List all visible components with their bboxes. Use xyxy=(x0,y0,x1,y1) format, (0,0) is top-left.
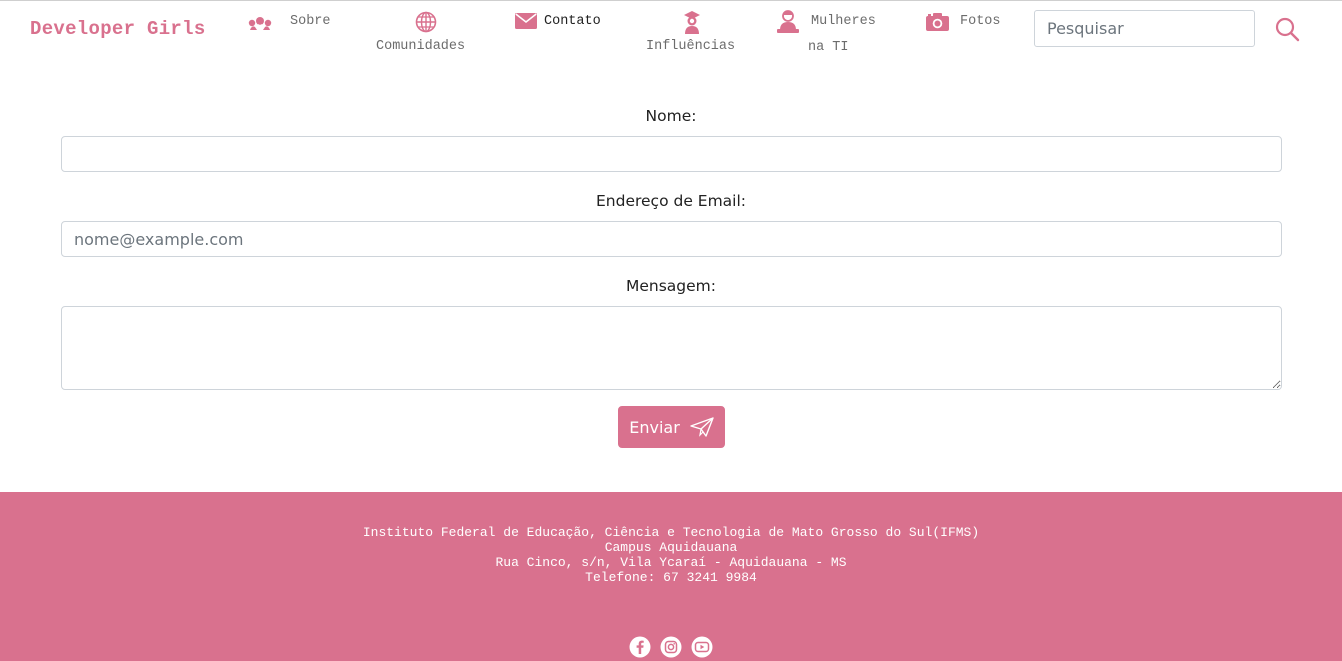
nav-label-mulheres-line2: na TI xyxy=(808,40,849,55)
name-field[interactable] xyxy=(61,136,1282,172)
name-label: Nome: xyxy=(645,107,697,125)
group-hearts-icon xyxy=(248,17,272,30)
nav-item-fotos[interactable]: Fotos xyxy=(926,9,1011,39)
submit-button[interactable]: Enviar xyxy=(618,406,725,448)
woman-at-computer-icon xyxy=(777,10,799,33)
nav-label-fotos: Fotos xyxy=(960,14,1001,29)
email-field[interactable] xyxy=(61,221,1282,257)
instagram-icon[interactable] xyxy=(660,636,682,658)
footer-institution: Instituto Federal de Educação, Ciência e… xyxy=(362,525,980,540)
footer-phone: Telefone: 67 3241 9984 xyxy=(585,570,757,585)
submit-button-label: Enviar xyxy=(629,417,680,437)
nav-label-mulheres-line1: Mulheres xyxy=(811,14,876,29)
email-label: Endereço de Email: xyxy=(595,192,747,210)
facebook-icon[interactable] xyxy=(629,636,651,658)
search-input[interactable] xyxy=(1034,10,1255,47)
footer-campus: Campus Aquidauana xyxy=(604,540,738,555)
footer-address: Instituto Federal de Educação, Ciência e… xyxy=(0,525,1342,585)
message-label: Mensagem: xyxy=(625,277,716,295)
nav-item-contato[interactable]: Contato xyxy=(515,9,615,39)
graduate-woman-icon xyxy=(684,11,700,34)
nav-label-influencias: Influências xyxy=(646,39,736,54)
paper-plane-icon xyxy=(690,417,714,437)
brand-logo[interactable]: Developer Girls xyxy=(30,18,206,40)
globe-icon xyxy=(415,11,437,33)
message-field[interactable] xyxy=(61,306,1282,390)
nav-item-sobre[interactable]: Sobre xyxy=(248,9,338,39)
youtube-icon[interactable] xyxy=(691,636,713,658)
envelope-icon xyxy=(515,13,537,29)
footer: Instituto Federal de Educação, Ciência e… xyxy=(0,492,1342,661)
nav-label-contato: Contato xyxy=(544,14,601,29)
footer-street: Rua Cinco, s/n, Vila Ycaraí - Aquidauana… xyxy=(495,555,847,570)
nav-item-mulheres-na-ti[interactable]: Mulheres na TI xyxy=(777,9,892,61)
camera-icon xyxy=(926,13,949,31)
nav-item-influencias[interactable]: Influências xyxy=(646,9,756,59)
search-icon[interactable] xyxy=(1274,16,1300,42)
nav-item-comunidades[interactable]: Comunidades xyxy=(376,9,486,59)
nav-label-comunidades: Comunidades xyxy=(376,39,466,54)
top-navbar: Developer Girls Sobre Comunidades Contat xyxy=(0,0,1342,70)
nav-label-sobre: Sobre xyxy=(290,14,331,29)
